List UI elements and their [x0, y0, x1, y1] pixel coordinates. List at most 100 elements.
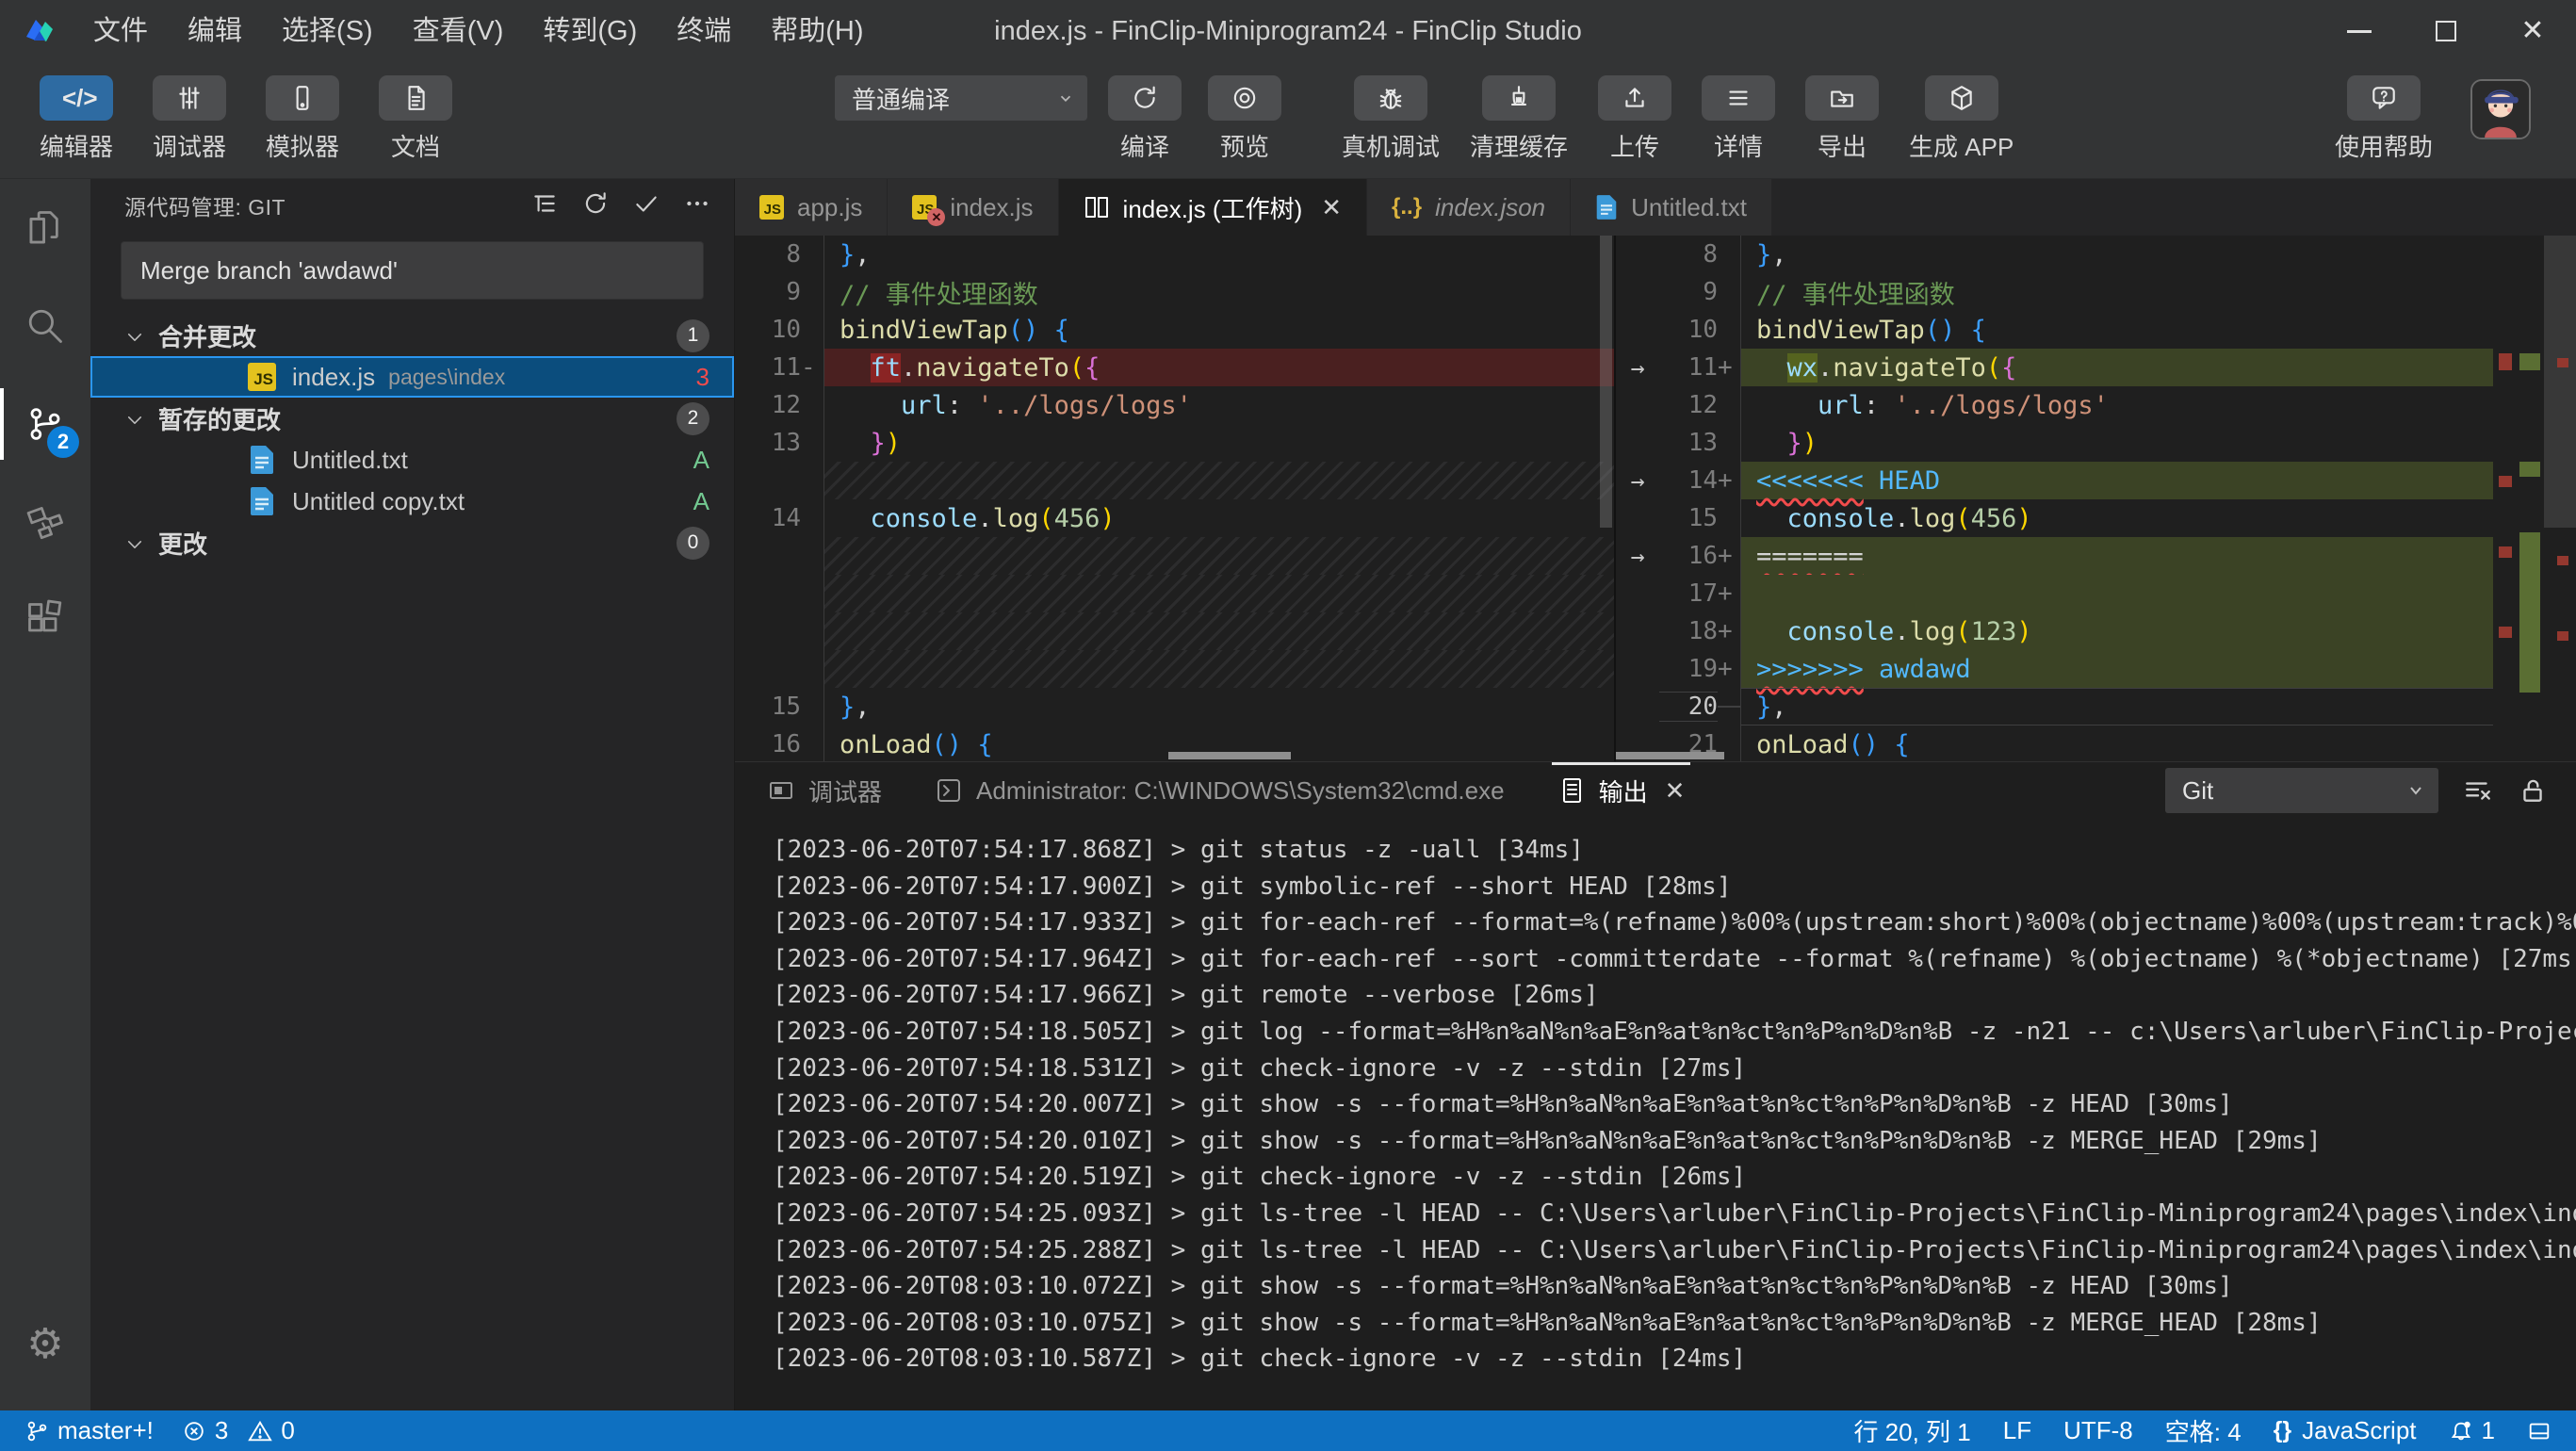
encoding-indicator[interactable]: UTF-8	[2063, 1416, 2133, 1445]
action-编译[interactable]: 编译	[1108, 75, 1182, 163]
indent-indicator[interactable]: 空格: 4	[2165, 1413, 2242, 1448]
code-line-10[interactable]: 10bindViewTap() {	[1616, 311, 2493, 349]
menu-终端[interactable]: 终端	[657, 0, 751, 62]
mode-编辑器[interactable]: </>编辑器	[40, 75, 113, 163]
clear-output-icon[interactable]	[2463, 775, 2493, 806]
revert-arrow-icon[interactable]: →	[1616, 543, 1659, 570]
cursor-position[interactable]: 行 20, 列 1	[1853, 1413, 1970, 1448]
activitybar-settings[interactable]: ⚙	[0, 1296, 90, 1394]
maximize-button[interactable]	[2403, 0, 2489, 62]
code-line-16[interactable]: →16+=======	[1616, 537, 2493, 575]
scm-section-合并更改[interactable]: 合并更改1	[90, 315, 734, 356]
code-line-20[interactable]: 20},	[1616, 688, 2493, 726]
user-avatar[interactable]	[2470, 79, 2531, 139]
mode-调试器[interactable]: 调试器	[153, 75, 226, 163]
scm-file-Untitled.txt[interactable]: Untitled.txtA	[90, 439, 734, 481]
code-line-11[interactable]: 11- ft.navigateTo({	[735, 349, 1614, 386]
panel-tab-调试器[interactable]: 调试器	[767, 762, 882, 819]
menu-帮助(H)[interactable]: 帮助(H)	[751, 0, 883, 62]
code-line-11[interactable]: →11+ wx.navigateTo({	[1616, 349, 2493, 386]
panel-layout-toggle[interactable]	[2527, 1419, 2552, 1443]
scm-section-更改[interactable]: 更改0	[90, 522, 734, 563]
code-line-17[interactable]: 17+	[1616, 575, 2493, 612]
code-line-12[interactable]: 12 url: '../logs/logs'	[1616, 386, 2493, 424]
revert-arrow-icon[interactable]: →	[1616, 354, 1659, 382]
help-button[interactable]: 使用帮助	[2335, 75, 2433, 163]
code-line-9[interactable]: 9// 事件处理函数	[1616, 273, 2493, 311]
code-line-12[interactable]: 12 url: '../logs/logs'	[735, 386, 1614, 424]
activitybar-source-control[interactable]: 2	[0, 375, 90, 473]
tab-Untitled.txt[interactable]: Untitled.txt	[1571, 179, 1772, 236]
branch-status[interactable]: master+!	[24, 1416, 154, 1445]
problems-status[interactable]: 3 0	[182, 1416, 295, 1445]
output-channel-select[interactable]: Git	[2165, 768, 2438, 813]
tab-index.js (工作树)[interactable]: index.js (工作树)✕	[1059, 179, 1368, 236]
diff-pane-original[interactable]: 8},9// 事件处理函数10bindViewTap() {11- ft.nav…	[735, 236, 1614, 761]
activitybar-files[interactable]	[0, 179, 90, 277]
mode-模拟器[interactable]: 模拟器	[266, 75, 339, 163]
scm-file-index.js[interactable]: JSindex.jspages\index3	[90, 356, 734, 398]
action-上传[interactable]: 上传	[1598, 75, 1671, 163]
close-panel-tab-icon[interactable]: ✕	[1665, 776, 1686, 806]
compile-mode-select[interactable]: 普通编译	[835, 75, 1087, 121]
menu-查看(V)[interactable]: 查看(V)	[393, 0, 524, 62]
code-line-21[interactable]: 21onLoad() {	[1616, 726, 2493, 761]
menu-文件[interactable]: 文件	[73, 0, 168, 62]
horizontal-scrollbar[interactable]	[1616, 752, 1724, 759]
scm-file-Untitled copy.txt[interactable]: Untitled copy.txtA	[90, 481, 734, 522]
activitybar-modules[interactable]	[0, 473, 90, 571]
code-line-19[interactable]: 19+>>>>>>> awdawd	[1616, 650, 2493, 688]
revert-arrow-icon[interactable]: →	[1616, 467, 1659, 495]
view-as-tree-icon[interactable]	[530, 189, 559, 222]
eol-indicator[interactable]: LF	[2003, 1416, 2031, 1445]
action-详情[interactable]: 详情	[1702, 75, 1775, 163]
code-line-14[interactable]: →14+<<<<<<< HEAD	[1616, 462, 2493, 499]
overview-ruler[interactable]	[2493, 236, 2576, 761]
code-line-8[interactable]: 8},	[1616, 236, 2493, 273]
unlock-icon[interactable]	[2518, 775, 2548, 806]
action-真机调试[interactable]: 真机调试	[1342, 75, 1440, 163]
tab-index.js[interactable]: JS✕index.js	[888, 179, 1058, 236]
horizontal-scrollbar[interactable]	[1168, 752, 1291, 759]
close-button[interactable]: ✕	[2489, 0, 2576, 62]
code-line-15[interactable]: 15},	[735, 688, 1614, 726]
code-line-8[interactable]: 8},	[735, 236, 1614, 273]
close-tab-icon[interactable]: ✕	[1321, 193, 1342, 222]
diff-pane-modified[interactable]: 8},9// 事件处理函数10bindViewTap() {→11+ wx.na…	[1616, 236, 2576, 761]
scm-section-暂存的更改[interactable]: 暂存的更改2	[90, 398, 734, 439]
refresh-icon[interactable]	[581, 189, 610, 222]
code-line-15[interactable]: 15 console.log(456)	[1616, 499, 2493, 537]
action-生成 APP[interactable]: 生成 APP	[1909, 75, 2014, 163]
action-预览[interactable]: 预览	[1208, 75, 1281, 163]
menu-选择(S)[interactable]: 选择(S)	[262, 0, 393, 62]
menu-编辑[interactable]: 编辑	[168, 0, 262, 62]
tab-index.json[interactable]: {..}index.json	[1367, 179, 1571, 236]
diff-filler-row	[735, 650, 1614, 688]
activitybar-extensions[interactable]	[0, 571, 90, 669]
output-log[interactable]: [2023-06-20T07:54:17.868Z] > git status …	[735, 819, 2576, 1410]
code-line-9[interactable]: 9// 事件处理函数	[735, 273, 1614, 311]
activitybar-search[interactable]	[0, 277, 90, 375]
panel-tab-Administrator: C:\WINDOWS\System32\cmd.exe[interactable]: Administrator: C:\WINDOWS\System32\cmd.e…	[935, 762, 1505, 819]
code-line-10[interactable]: 10bindViewTap() {	[735, 311, 1614, 349]
code-line-13[interactable]: 13 })	[735, 424, 1614, 462]
code-line-13[interactable]: 13 })	[1616, 424, 2493, 462]
tool-label: 导出	[1818, 128, 1867, 163]
panel-tab-输出[interactable]: 输出✕	[1557, 762, 1686, 819]
vertical-scrollbar[interactable]	[1600, 236, 1612, 528]
commit-icon[interactable]	[632, 189, 660, 222]
action-清理缓存[interactable]: 清理缓存	[1470, 75, 1568, 163]
tab-app.js[interactable]: JSapp.js	[735, 179, 888, 236]
code-line-18[interactable]: 18+ console.log(123)	[1616, 612, 2493, 650]
notifications-bell[interactable]: 1	[2449, 1416, 2495, 1445]
more-actions-icon[interactable]	[683, 189, 711, 222]
commit-message-input[interactable]	[121, 241, 704, 300]
menu-转到(G)[interactable]: 转到(G)	[523, 0, 657, 62]
error-badge-icon: ✕	[927, 208, 945, 226]
language-indicator[interactable]: {}JavaScript	[2274, 1416, 2417, 1445]
mode-文档[interactable]: 文档	[379, 75, 452, 163]
action-导出[interactable]: 导出	[1805, 75, 1879, 163]
code-line-14[interactable]: 14 console.log(456)	[735, 499, 1614, 537]
minimize-button[interactable]	[2316, 0, 2403, 62]
status-bar: master+! 3 0 行 20, 列 1 LF UTF-8 空格: 4 {}…	[0, 1410, 2576, 1451]
